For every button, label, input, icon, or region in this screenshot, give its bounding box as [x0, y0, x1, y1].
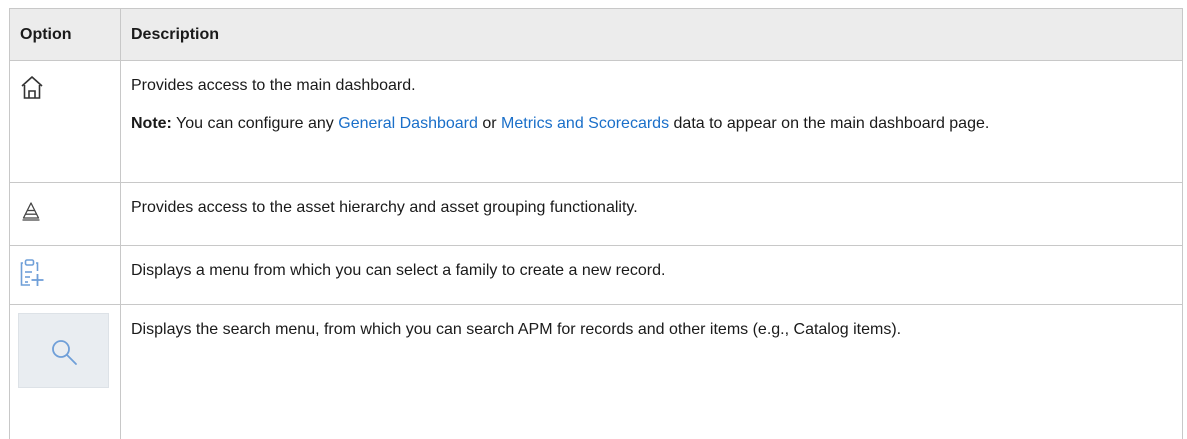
home-icon[interactable] [20, 75, 44, 101]
option-cell [10, 183, 121, 246]
option-cell [10, 305, 121, 439]
description-cell: Displays a menu from which you can selec… [121, 246, 1183, 305]
description-column-header: Description [121, 9, 1183, 61]
row-description: Provides access to the main dashboard. [131, 73, 1172, 99]
options-table: Option Description Provides access to th… [9, 8, 1183, 439]
note-text: or [478, 115, 501, 132]
note-text: You can configure any [172, 115, 338, 132]
note-text: data to appear on the main dashboard pag… [669, 115, 989, 132]
table-row: Displays a menu from which you can selec… [10, 246, 1183, 305]
option-cell [10, 246, 121, 305]
description-cell: Provides access to the asset hierarchy a… [121, 183, 1183, 246]
note-paragraph: Note: You can configure any General Dash… [131, 111, 1172, 137]
search-icon [50, 338, 80, 368]
table-row: Provides access to the asset hierarchy a… [10, 183, 1183, 246]
option-cell [10, 61, 121, 183]
note-label: Note: [131, 115, 172, 132]
search-button[interactable] [18, 313, 109, 388]
table-row: Displays the search menu, from which you… [10, 305, 1183, 439]
general-dashboard-link[interactable]: General Dashboard [338, 115, 478, 132]
row-description: Displays the search menu, from which you… [131, 317, 1172, 343]
asset-hierarchy-icon[interactable] [22, 201, 40, 221]
description-cell: Displays the search menu, from which you… [121, 305, 1183, 439]
new-record-icon[interactable] [19, 258, 45, 288]
option-column-header: Option [10, 9, 121, 61]
description-cell: Provides access to the main dashboard. N… [121, 61, 1183, 183]
table-row: Provides access to the main dashboard. N… [10, 61, 1183, 183]
table-header-row: Option Description [10, 9, 1183, 61]
row-description: Provides access to the asset hierarchy a… [131, 195, 1172, 221]
row-description: Displays a menu from which you can selec… [131, 258, 1172, 284]
metrics-and-scorecards-link[interactable]: Metrics and Scorecards [501, 115, 669, 132]
